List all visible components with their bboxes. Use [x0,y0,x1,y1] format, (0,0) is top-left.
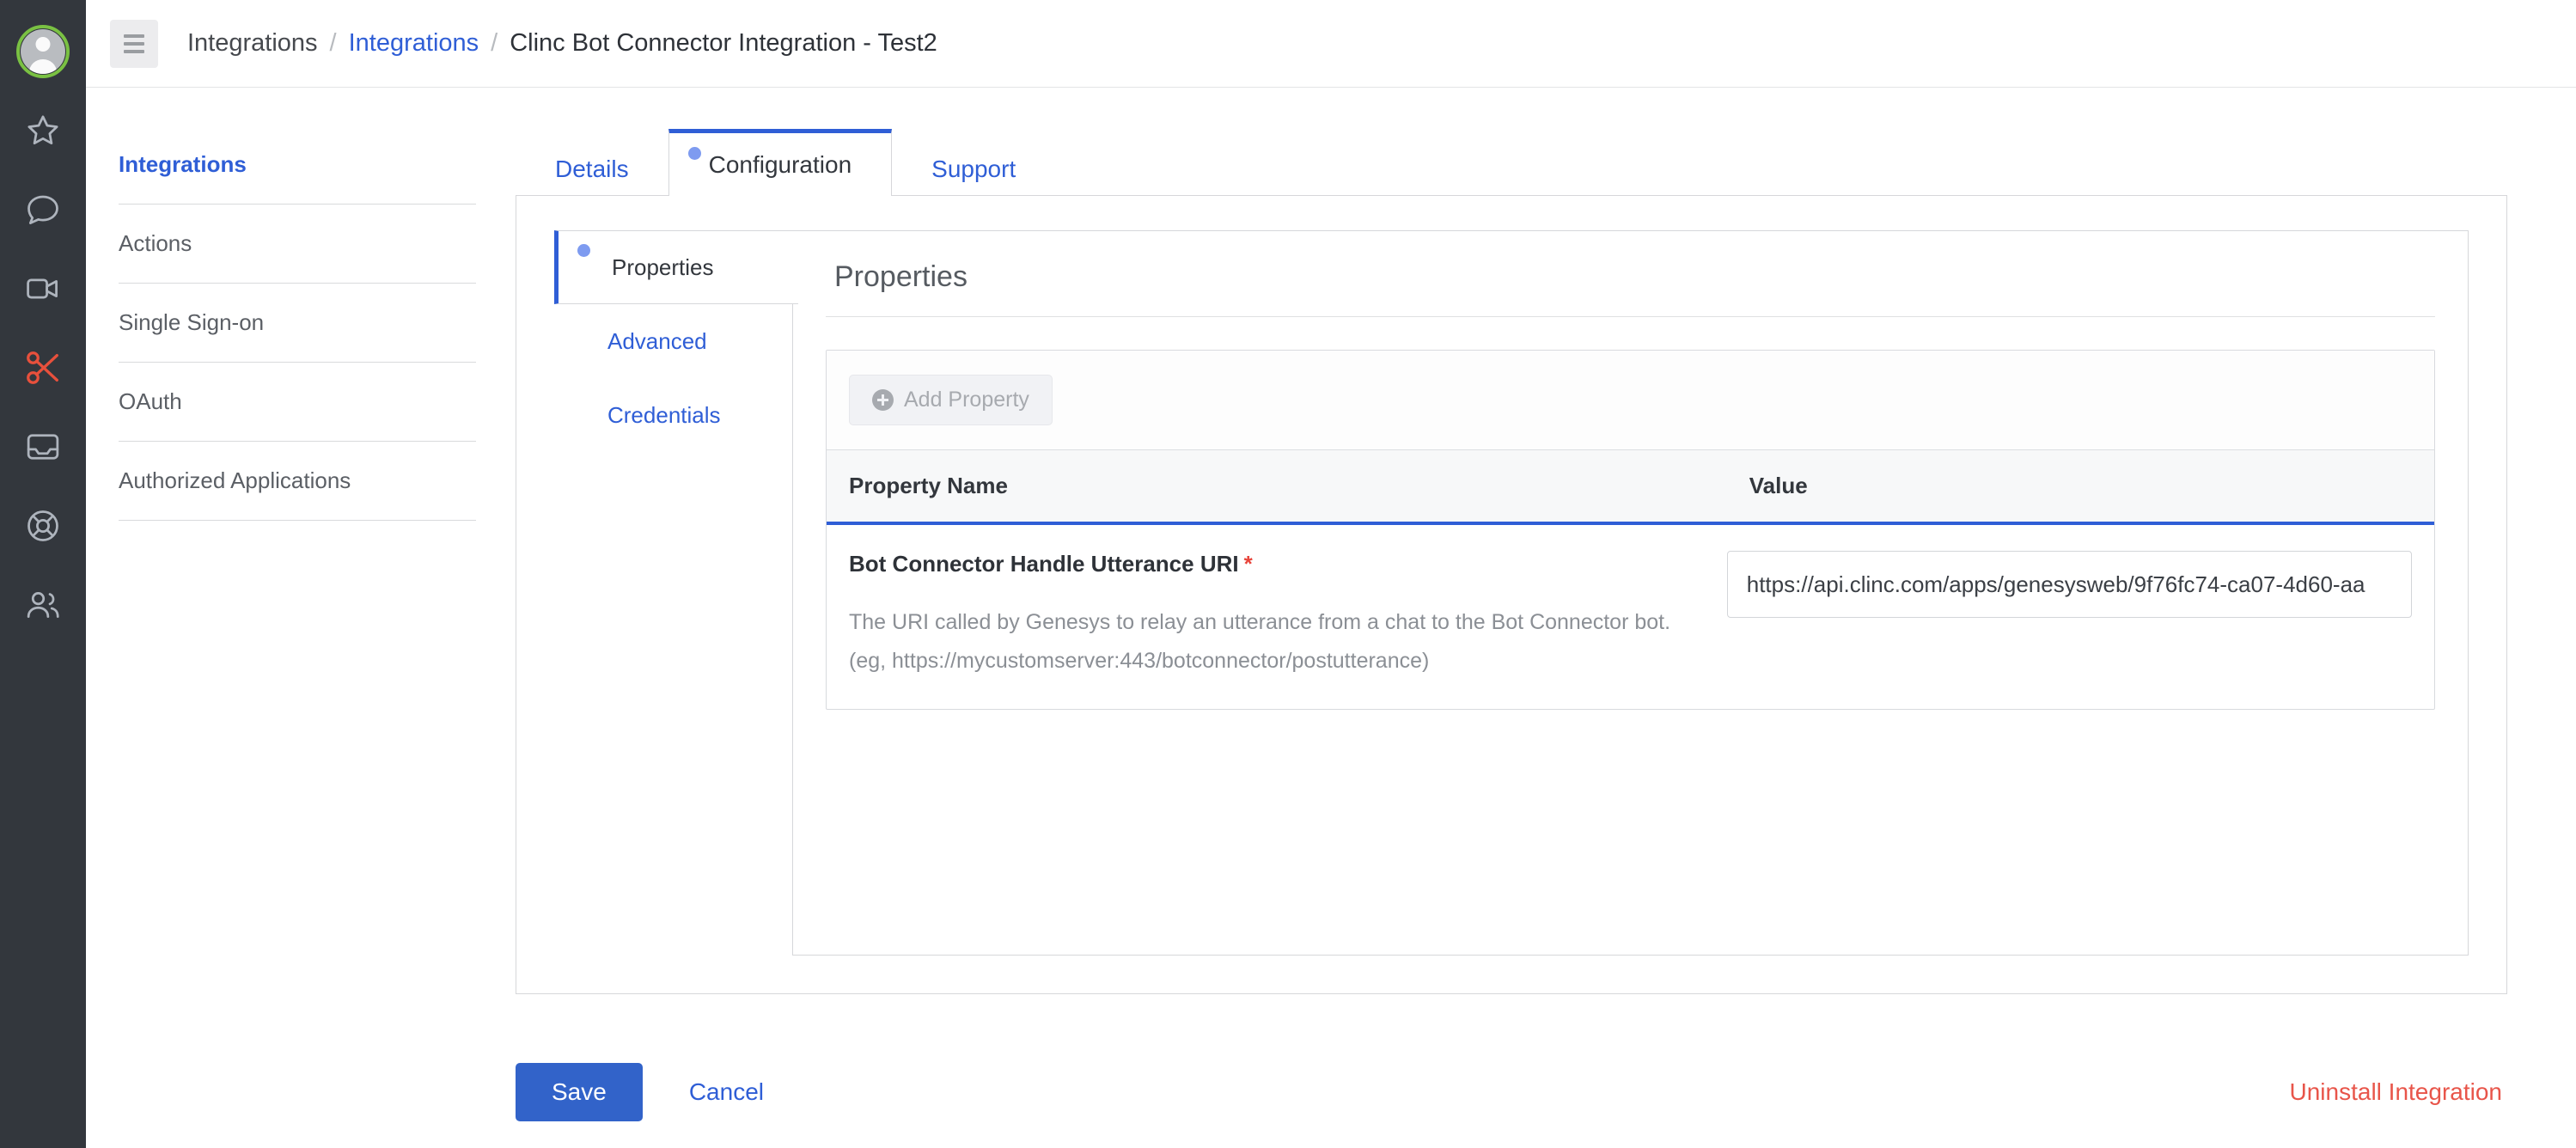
properties-table: Add Property Property Name Value Bot Con… [826,350,2435,710]
column-header-property-name: Property Name [849,473,1008,498]
rail-item-chat[interactable] [0,170,86,249]
save-button[interactable]: Save [516,1063,643,1121]
page-title: Properties [834,260,968,293]
add-property-label: Add Property [904,388,1029,412]
sidebar-item-integrations[interactable]: Integrations [119,125,476,205]
vtab-label: Properties [612,253,714,280]
hamburger-bar [124,34,144,38]
vtab-label: Advanced [607,327,707,354]
sidebar-item-label: Authorized Applications [119,467,351,493]
people-icon [27,592,59,618]
tab-configuration[interactable]: Configuration [668,129,893,196]
property-name-text: Bot Connector Handle Utterance URI [849,551,1239,577]
required-marker: * [1243,551,1253,577]
cancel-button[interactable]: Cancel [684,1078,769,1107]
divider [826,316,2435,317]
video-camera-icon [27,278,58,299]
tab-label: Configuration [708,150,852,178]
tab-label: Details [555,156,629,182]
rail-item-inbox[interactable] [0,407,86,486]
avatar-icon [21,29,65,74]
breadcrumb-separator: / [491,29,498,57]
star-icon [27,115,58,145]
lifebuoy-icon [27,510,58,541]
property-value-input[interactable] [1726,551,2412,618]
sidebar-item-actions[interactable]: Actions [119,205,476,284]
vertical-tab-bar: Properties Advanced Credentials [554,230,798,956]
sidebar-item-single-sign-on[interactable]: Single Sign-on [119,284,476,363]
table-row: Bot Connector Handle Utterance URI * The … [827,525,2434,709]
main-content: Details Configuration Support Properties… [516,88,2576,1036]
property-description: The URI called by Genesys to relay an ut… [849,610,1671,673]
sidebar-item-label: Integrations [119,151,247,177]
tab-support[interactable]: Support [892,143,1055,196]
topbar: Integrations / Integrations / Clinc Bot … [86,0,2576,88]
hamburger-bar [124,41,144,46]
vtab-credentials[interactable]: Credentials [554,378,726,452]
app-root: Integrations / Integrations / Clinc Bot … [0,0,2576,1148]
configuration-card: Properties Advanced Credentials Properti… [516,195,2507,994]
inbox-icon [27,434,59,460]
breadcrumb-item-0[interactable]: Integrations [187,29,318,58]
primary-icon-rail [0,0,86,1148]
add-property-button[interactable]: Add Property [849,375,1053,425]
plus-circle-icon [872,389,894,411]
sidebar-item-label: OAuth [119,388,182,414]
rail-item-video[interactable] [0,249,86,328]
rail-item-scissors[interactable] [0,328,86,407]
vtab-label: Credentials [607,401,721,428]
sidebar-item-label: Single Sign-on [119,309,265,335]
tab-bar: Details Configuration Support [516,129,2507,196]
speech-bubble-icon [27,195,58,224]
sidebar-item-authorized-applications[interactable]: Authorized Applications [119,442,476,521]
cell-value [1726,551,2434,680]
uninstall-integration-button[interactable]: Uninstall Integration [2285,1078,2507,1107]
page-body: Integrations Actions Single Sign-on OAut… [86,88,2576,1036]
sidebar-item-label: Actions [119,230,192,256]
tab-label: Support [931,156,1016,182]
property-name-label: Bot Connector Handle Utterance URI * [849,551,1693,577]
rail-item-help[interactable] [0,486,86,565]
breadcrumb: Integrations / Integrations / Clinc Bot … [187,29,937,58]
action-bar: Save Cancel Uninstall Integration [86,1036,2576,1148]
breadcrumb-item-1[interactable]: Integrations [349,29,479,58]
hamburger-bar [124,49,144,53]
vtab-status-dot-icon [577,244,590,257]
content-pane: Integrations / Integrations / Clinc Bot … [86,0,2576,1148]
tab-status-dot-icon [687,147,701,160]
breadcrumb-separator: / [329,29,337,57]
secondary-nav: Integrations Actions Single Sign-on OAut… [86,88,516,1036]
avatar [16,25,70,78]
sidebar-item-oauth[interactable]: OAuth [119,363,476,442]
hamburger-icon[interactable] [110,19,158,68]
rail-item-people[interactable] [0,565,86,644]
vtab-properties[interactable]: Properties [554,230,798,304]
card-inner: Properties Advanced Credentials Properti… [554,230,2469,956]
cell-property-name: Bot Connector Handle Utterance URI * The … [827,551,1727,680]
table-toolbar: Add Property [827,351,2434,449]
table-header-row: Property Name Value [827,449,2434,525]
vtab-advanced[interactable]: Advanced [554,304,712,378]
breadcrumb-item-2: Clinc Bot Connector Integration - Test2 [510,29,937,57]
column-header-value: Value [1749,473,1808,498]
scissors-icon [27,351,58,384]
rail-item-favorites[interactable] [0,91,86,170]
properties-panel: Properties Add Property Property Name Va… [792,230,2469,956]
rail-item-user-avatar[interactable] [0,12,86,91]
tab-details[interactable]: Details [516,143,668,196]
